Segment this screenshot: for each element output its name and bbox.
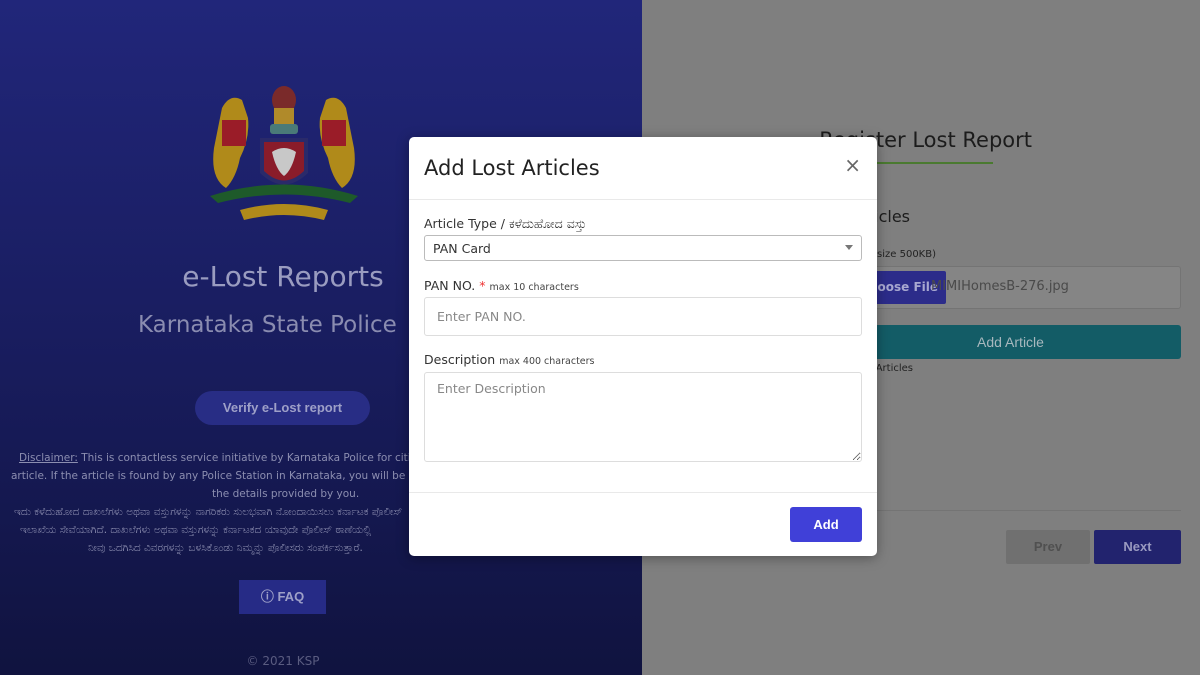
description-textarea[interactable] bbox=[424, 372, 862, 462]
add-button[interactable]: Add bbox=[790, 507, 862, 542]
disclaimer-label[interactable]: Disclaimer: bbox=[19, 452, 78, 464]
description-hint: max 400 characters bbox=[499, 356, 595, 367]
modal-header: Add Lost Articles × bbox=[409, 137, 877, 200]
article-type-select[interactable]: PAN Card bbox=[424, 235, 862, 261]
disclaimer-kannada-line: ನೀವು ಒದಗಿಸಿದ ವಿವರಗಳನ್ನು ಬಳಸಿಕೊಂಡು ನಿಮ್ಮನ… bbox=[88, 542, 363, 554]
article-type-label: Article Type / ಕಳೆದುಹೋದ ವಸ್ತು bbox=[424, 216, 587, 231]
pan-label-text: PAN NO. bbox=[424, 278, 476, 293]
faq-button[interactable]: ⓘ FAQ bbox=[239, 580, 326, 614]
pan-label: PAN NO. * max 10 characters bbox=[424, 278, 579, 293]
title-underline bbox=[870, 162, 993, 164]
description-label: Description max 400 characters bbox=[424, 352, 595, 367]
modal-footer-divider bbox=[409, 492, 877, 493]
faq-label: FAQ bbox=[277, 589, 305, 604]
add-lost-articles-modal: Add Lost Articles × Article Type / ಕಳೆದು… bbox=[409, 137, 877, 556]
dropdown-caret-icon bbox=[845, 245, 853, 250]
pan-number-input[interactable] bbox=[424, 297, 862, 336]
verify-report-button[interactable]: Verify e-Lost report bbox=[195, 391, 370, 425]
disclaimer-line: the details provided by you. bbox=[212, 488, 360, 500]
article-type-value: PAN Card bbox=[433, 241, 491, 256]
app-subtitle: Karnataka State Police bbox=[138, 312, 397, 338]
modal-title: Add Lost Articles bbox=[424, 156, 600, 180]
disclaimer-kannada-line: ಇಲಾಖೆಯ ಸೇವೆಯಾಗಿದೆ. ದಾಖಲೆಗಳು ಅಥವಾ ವಸ್ತುಗಳ… bbox=[20, 524, 372, 536]
articles-note: Articles bbox=[875, 363, 913, 374]
file-name: MIMIHomesB-276.jpg bbox=[931, 279, 1069, 294]
pan-hint: max 10 characters bbox=[489, 282, 579, 293]
close-icon[interactable]: × bbox=[844, 153, 861, 177]
karnataka-emblem-logo bbox=[210, 86, 358, 220]
copyright: © 2021 KSP bbox=[246, 654, 320, 668]
next-button[interactable]: Next bbox=[1094, 530, 1181, 564]
disclaimer-kannada-line: ಇದು ಕಳೆದುಹೋದ ದಾಖಲೆಗಳು ಅಥವಾ ವಸ್ತುಗಳನ್ನು ನ… bbox=[14, 506, 403, 518]
required-asterisk: * bbox=[479, 278, 486, 293]
info-icon: ⓘ bbox=[260, 589, 274, 604]
description-label-text: Description bbox=[424, 352, 496, 367]
prev-button[interactable]: Prev bbox=[1006, 530, 1090, 564]
